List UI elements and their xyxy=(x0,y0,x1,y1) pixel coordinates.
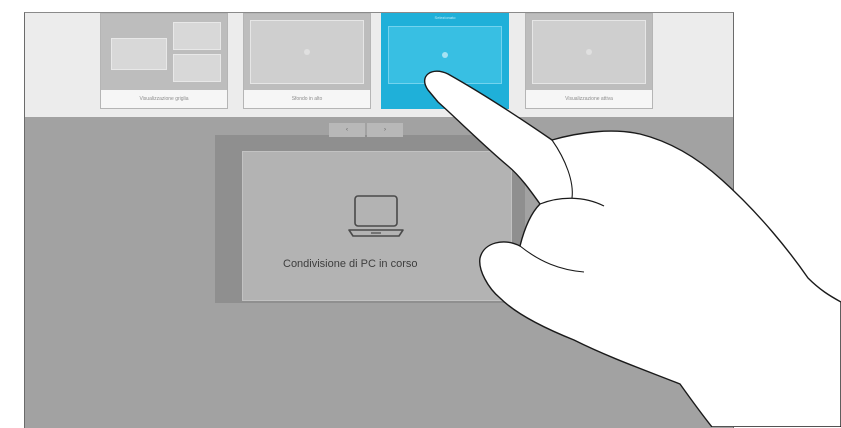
laptop-icon xyxy=(348,195,404,237)
pc-share-card[interactable]: Condivisione di PC in corso xyxy=(242,151,512,301)
grid-side-tile xyxy=(173,22,221,50)
grid-side-tile xyxy=(173,54,221,82)
touch-screen: Visualizzazione griglia Sfondo in alto S… xyxy=(24,12,734,428)
thumbnail-marker xyxy=(586,49,592,55)
layout-thumbnail xyxy=(388,26,502,84)
layout-thumbnail xyxy=(250,20,364,84)
layout-option-grid[interactable]: Visualizzazione griglia xyxy=(100,13,228,109)
layout-option-overlay[interactable]: Sfondo in alto xyxy=(243,13,371,109)
previous-tab[interactable]: ‹ xyxy=(329,123,365,137)
layout-option-label: Sfondo in alto xyxy=(244,90,370,108)
selected-caption: Selezionato xyxy=(434,15,456,20)
device-frame: Visualizzazione griglia Sfondo in alto S… xyxy=(0,0,841,428)
grid-main-tile xyxy=(111,38,167,70)
layout-option-label: Visualizzazione attiva xyxy=(526,90,652,108)
stage-tabs: ‹ › xyxy=(329,123,403,137)
presentation-stage: ‹ › Condivisione di PC in corso xyxy=(25,117,733,428)
share-status-label: Condivisione di PC in corso xyxy=(283,258,418,270)
layout-thumbnail xyxy=(532,20,646,84)
next-tab[interactable]: › xyxy=(367,123,403,137)
layout-option-label: Visualizzazione griglia xyxy=(101,90,227,108)
layout-option-active-speaker[interactable]: Visualizzazione attiva xyxy=(525,13,653,109)
layout-option-selected[interactable]: Selezionato Presenza xyxy=(381,13,509,109)
thumbnail-marker xyxy=(304,49,310,55)
thumbnail-marker xyxy=(442,52,448,58)
grid-layout-thumbnail xyxy=(107,20,221,84)
layout-selector-bar: Visualizzazione griglia Sfondo in alto S… xyxy=(25,13,733,117)
layout-option-label: Presenza xyxy=(382,90,508,108)
